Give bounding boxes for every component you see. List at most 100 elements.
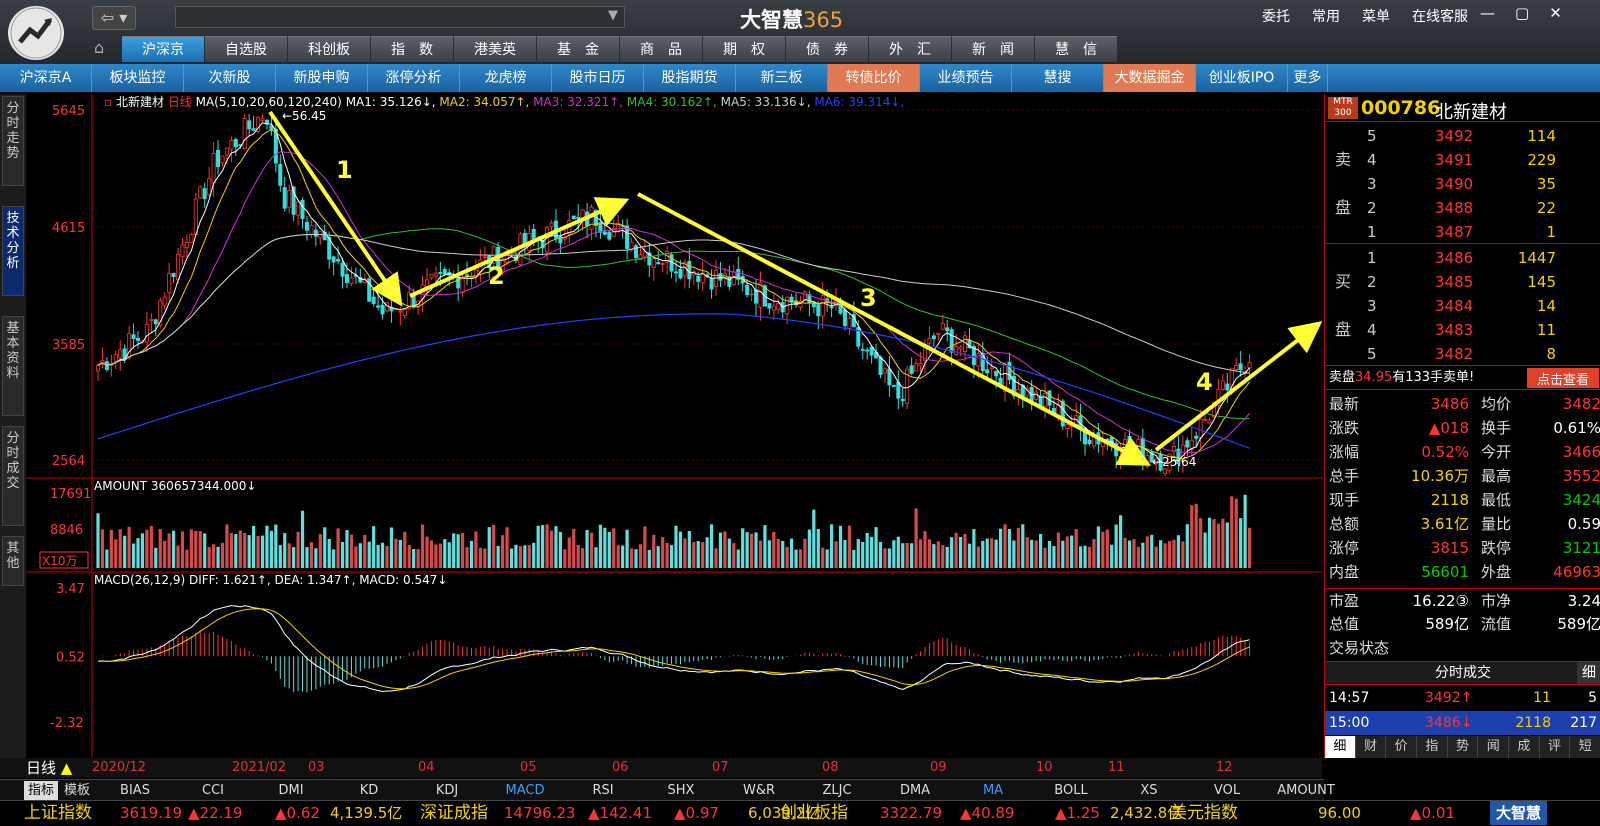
chevron-down-icon[interactable]: ▼ bbox=[608, 8, 618, 23]
order-book-row[interactable]: 2 3488 22 bbox=[1365, 196, 1600, 220]
market-tab[interactable]: 新 闻 bbox=[952, 36, 1034, 62]
panel-tab[interactable]: 财 bbox=[1356, 736, 1387, 758]
sub-tab[interactable]: 涨停分析 bbox=[368, 64, 460, 92]
side-tab[interactable]: 基本资料 bbox=[2, 316, 24, 416]
detail-toggle[interactable]: 细 bbox=[1577, 662, 1600, 684]
indicator-tab[interactable]: MACD bbox=[486, 781, 564, 801]
candle-body bbox=[989, 366, 994, 370]
chart-area[interactable]: 5645 4615 3585 2564 ▫ 北新建材 日线 MA(5,10,20,60,… bbox=[26, 94, 1322, 758]
indicator-tab[interactable]: 指标 bbox=[24, 781, 58, 801]
panel-tab[interactable]: 评 bbox=[1540, 736, 1571, 758]
sub-tab[interactable]: 转债比价 bbox=[828, 64, 920, 92]
ticks-header[interactable]: 分时成交 细 bbox=[1325, 661, 1600, 685]
market-tab[interactable]: 科创板 bbox=[288, 36, 370, 62]
indicator-tab[interactable]: CCI bbox=[174, 781, 252, 801]
market-tab[interactable]: 期 权 bbox=[703, 36, 785, 62]
top-menu-item[interactable]: 在线客服 bbox=[1412, 6, 1468, 26]
home-icon[interactable]: ⌂ bbox=[94, 38, 104, 57]
address-bar[interactable]: ▼ bbox=[175, 6, 625, 28]
candle-body bbox=[433, 272, 438, 277]
indicator-tab[interactable]: BIAS bbox=[96, 781, 174, 801]
panel-tab[interactable]: 细 bbox=[1325, 736, 1356, 758]
order-book-row[interactable]: 4 3483 11 bbox=[1365, 318, 1600, 342]
top-menu-item[interactable]: 常用 bbox=[1312, 6, 1340, 26]
period-selector[interactable]: 日线 ▲ bbox=[26, 758, 86, 778]
sub-tab[interactable]: 更多 bbox=[1288, 64, 1328, 92]
order-volume: 229 bbox=[1527, 151, 1556, 169]
sub-tab[interactable]: 次新股 bbox=[184, 64, 276, 92]
tick-row[interactable]: 15:00 3486↓ 2118 217 bbox=[1325, 711, 1600, 735]
index-name[interactable]: 美元指数 bbox=[1170, 801, 1238, 825]
sub-tab[interactable]: 新股申购 bbox=[276, 64, 368, 92]
minimize-icon[interactable]: — bbox=[1480, 4, 1495, 22]
sub-tab[interactable]: 新三板 bbox=[736, 64, 828, 92]
indicator-tab[interactable]: MA bbox=[954, 781, 1032, 801]
nav-back-button[interactable]: ⇦ ▾ bbox=[92, 6, 136, 30]
indicator-tab[interactable]: 模板 bbox=[60, 781, 94, 801]
indicator-tab[interactable]: DMI bbox=[252, 781, 330, 801]
order-volume: 35 bbox=[1536, 175, 1556, 193]
order-book-row[interactable]: 5 3482 8 bbox=[1365, 342, 1600, 366]
market-tab[interactable]: 沪深京 bbox=[122, 36, 204, 62]
market-tab[interactable]: 债 券 bbox=[786, 36, 868, 62]
indicator-tab[interactable]: DMA bbox=[876, 781, 954, 801]
market-tab[interactable]: 慧 信 bbox=[1035, 36, 1117, 62]
indicator-tab[interactable]: AMOUNT bbox=[1266, 781, 1346, 801]
order-book-row[interactable]: 4 3491 229 bbox=[1365, 148, 1600, 172]
panel-tab[interactable]: 短 bbox=[1570, 736, 1600, 758]
sub-tab[interactable]: 慧搜 bbox=[1012, 64, 1104, 92]
order-book-row[interactable]: 5 3492 114 bbox=[1365, 124, 1600, 148]
sub-tab[interactable]: 股指期货 bbox=[644, 64, 736, 92]
maximize-icon[interactable]: ▢ bbox=[1515, 4, 1529, 22]
panel-tab[interactable]: 闻 bbox=[1478, 736, 1510, 758]
order-book-row[interactable]: 3 3484 14 bbox=[1365, 294, 1600, 318]
sub-tab[interactable]: 大数据掘金 bbox=[1104, 64, 1196, 92]
market-tab[interactable]: 商 品 bbox=[620, 36, 702, 62]
panel-tab[interactable]: 成 bbox=[1509, 736, 1540, 758]
indicator-tab[interactable]: RSI bbox=[564, 781, 642, 801]
index-name[interactable]: 创业板指 bbox=[780, 801, 848, 825]
sub-tab[interactable]: 股市日历 bbox=[552, 64, 644, 92]
sub-tab[interactable]: 业绩预告 bbox=[920, 64, 1012, 92]
side-tab[interactable]: 其他 bbox=[2, 536, 24, 586]
market-tab[interactable]: 外 汇 bbox=[869, 36, 951, 62]
market-tab[interactable]: 港美英 bbox=[454, 36, 536, 62]
panel-tab[interactable]: 价 bbox=[1386, 736, 1418, 758]
order-book-row[interactable]: 1 3486 1447 bbox=[1365, 246, 1600, 270]
close-icon[interactable]: ✕ bbox=[1549, 4, 1562, 22]
order-book-row[interactable]: 3 3490 35 bbox=[1365, 172, 1600, 196]
sub-tab[interactable]: 板块监控 bbox=[92, 64, 184, 92]
tick-row[interactable]: 14:57 3492↑ 11 5 bbox=[1325, 686, 1600, 710]
indicator-tab[interactable]: XS bbox=[1110, 781, 1188, 801]
order-book-row[interactable]: 1 3487 1 bbox=[1365, 220, 1600, 244]
kline-chart[interactable]: 5645 4615 3585 2564 ▫ 北新建材 日线 MA(5,10,20,60,… bbox=[26, 94, 1322, 758]
index-name[interactable]: 上证指数 bbox=[24, 801, 92, 825]
indicator-tab[interactable]: SHX bbox=[642, 781, 720, 801]
indicator-tab[interactable]: KD bbox=[330, 781, 408, 801]
quote-row: 总额 3.61亿 量比 0.59 bbox=[1325, 512, 1600, 536]
index-name[interactable]: 深证成指 bbox=[420, 801, 488, 825]
indicator-tab[interactable]: VOL bbox=[1188, 781, 1266, 801]
side-tab[interactable]: 分时走势 bbox=[2, 96, 24, 186]
sub-tab[interactable]: 龙虎榜 bbox=[460, 64, 552, 92]
side-tab[interactable]: 技术分析 bbox=[2, 206, 24, 296]
panel-tab[interactable]: 势 bbox=[1448, 736, 1479, 758]
triangle-up-icon[interactable]: ▲ bbox=[56, 759, 73, 777]
volume-bar bbox=[638, 544, 643, 568]
side-tab[interactable]: 分时成交 bbox=[2, 426, 24, 526]
market-tab[interactable]: 基 金 bbox=[537, 36, 619, 62]
sub-tab[interactable]: 创业板IPO bbox=[1196, 64, 1288, 92]
sub-tab[interactable]: 沪深京A bbox=[0, 64, 92, 92]
view-button[interactable]: 点击查看 bbox=[1527, 368, 1599, 388]
order-book-row[interactable]: 2 3485 145 bbox=[1365, 270, 1600, 294]
market-tab[interactable]: 自选股 bbox=[205, 36, 287, 62]
indicator-tab[interactable]: ZLJC bbox=[798, 781, 876, 801]
market-tab[interactable]: 指 数 bbox=[371, 36, 453, 62]
brand-logo[interactable]: 大智慧 bbox=[1490, 801, 1548, 825]
top-menu-item[interactable]: 菜单 bbox=[1362, 6, 1390, 26]
panel-tab[interactable]: 指 bbox=[1417, 736, 1448, 758]
indicator-tab[interactable]: BOLL bbox=[1032, 781, 1110, 801]
top-menu-item[interactable]: 委托 bbox=[1262, 6, 1290, 26]
indicator-tab[interactable]: KDJ bbox=[408, 781, 486, 801]
indicator-tab[interactable]: W&R bbox=[720, 781, 798, 801]
